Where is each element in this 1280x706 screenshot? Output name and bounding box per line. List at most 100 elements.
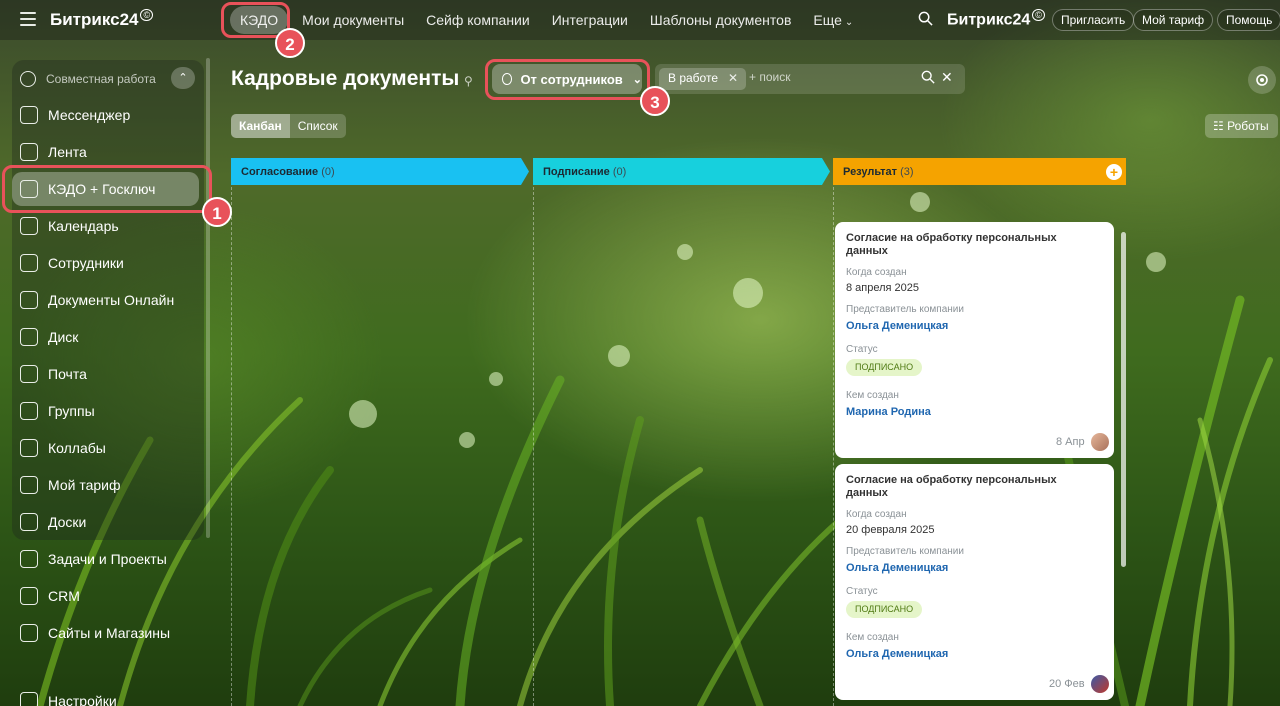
sidebar-item-tasks[interactable]: Задачи и Проекты [20,544,167,574]
callout-badge-1: 1 [202,197,232,227]
messenger-icon [20,106,38,124]
chevron-up-icon[interactable]: ⌃ [171,67,195,89]
invite-button[interactable]: Пригласить [1052,9,1135,31]
kanban-card[interactable]: Согласие на обработку персональных данны… [835,464,1114,700]
sidebar-item-label: Мой тариф [48,477,121,493]
highlight-frame-sidebar [2,165,212,213]
sidebar-item-label: Сотрудники [48,255,124,271]
sidebar-scrollbar[interactable] [206,58,210,538]
bokeh-light [459,432,475,448]
plan-icon [20,476,38,494]
tab-document-templates[interactable]: Шаблоны документов [640,6,802,34]
sidebar-item-groups[interactable]: Группы [20,396,95,426]
sidebar-item-collabs[interactable]: Коллабы [20,433,106,463]
bokeh-light [349,400,377,428]
sidebar-item-documents-online[interactable]: Документы Онлайн [20,285,174,315]
tab-more[interactable]: Еще ⌄ [803,6,863,34]
help-button[interactable]: Помощь [1217,9,1280,31]
card-title[interactable]: Согласие на обработку персональных данны… [846,232,1096,258]
sidebar-item-label: Почта [48,366,87,382]
sidebar-item-sites[interactable]: Сайты и Магазины [20,618,170,648]
sidebar-item-crm[interactable]: CRM [20,581,80,611]
column-name: Результат [843,166,898,178]
sidebar-item-boards[interactable]: Доски [20,507,86,537]
settings-icon [20,692,38,706]
sidebar-item-my-plan[interactable]: Мой тариф [20,470,120,500]
tab-more-label: Еще [813,12,842,28]
card-date: 20 Фев [1049,678,1085,690]
column-count: (3) [900,166,914,178]
feed-icon [20,143,38,161]
crm-icon [20,587,38,605]
bokeh-light [1146,252,1166,272]
search-icon[interactable] [918,11,933,26]
tab-integrations[interactable]: Интеграции [542,6,638,34]
card-created-value: 20 февраля 2025 [846,524,935,536]
column-divider [833,187,834,706]
sites-icon [20,624,38,642]
chevron-down-icon: ⌄ [844,17,854,28]
filter-search-box[interactable]: В работе ✕ ✕ [655,64,965,94]
clear-icon[interactable]: ✕ [941,69,953,86]
sidebar-item-label: Доски [48,514,87,530]
pin-icon[interactable]: ⚲ [464,74,473,88]
sidebar-item-disk[interactable]: Диск [20,322,78,352]
card-status-label: Статус [846,586,878,597]
gear-icon[interactable] [1248,66,1276,94]
robots-button[interactable]: ☷ Роботы [1205,114,1278,138]
card-created-label: Когда создан [846,509,907,520]
tab-my-documents[interactable]: Мои документы [292,6,414,34]
search-input[interactable] [749,70,909,84]
bokeh-light [608,345,630,367]
bokeh-light [489,372,503,386]
top-nav: КЭДО Мои документы Сейф компании Интегра… [222,0,865,40]
app-logo[interactable]: Битрикс24 © [50,9,154,30]
sidebar-item-messenger[interactable]: Мессенджер [20,100,130,130]
chip-label: В работе [668,71,719,85]
tasks-icon [20,550,38,568]
column-header-approval[interactable]: Согласование (0) [231,158,529,185]
column-count: (0) [321,166,335,178]
robots-label: Роботы [1227,119,1269,133]
card-status-label: Статус [846,344,878,355]
sidebar-item-mail[interactable]: Почта [20,359,87,389]
card-title[interactable]: Согласие на обработку персональных данны… [846,474,1096,500]
column-count: (0) [612,166,627,178]
card-rep-link[interactable]: Ольга Деменицкая [846,320,948,332]
status-badge: ПОДПИСАНО [846,601,923,618]
avatar[interactable] [1091,675,1109,693]
column-scrollbar[interactable] [1121,232,1126,567]
column-header-signing[interactable]: Подписание (0) [533,158,830,185]
card-created-value: 8 апреля 2025 [846,282,920,294]
sidebar-item-label: Календарь [48,218,119,234]
column-header-result[interactable]: Результат (3) [833,158,1126,185]
my-plan-button[interactable]: Мой тариф [1133,9,1214,31]
add-card-icon[interactable]: + [1106,164,1122,180]
search-icon[interactable] [921,70,935,84]
tab-company-safe[interactable]: Сейф компании [416,6,540,34]
sidebar-group-collaboration[interactable]: Совместная работа [20,64,156,94]
card-rep-label: Представитель компании [846,546,964,557]
card-author-link[interactable]: Марина Родина [846,406,931,418]
sidebar-item-employees[interactable]: Сотрудники [20,248,124,278]
collabs-icon [20,439,38,457]
view-kanban-button[interactable]: Канбан [231,114,290,138]
chip-remove-icon[interactable]: ✕ [728,71,738,85]
card-author-link[interactable]: Ольга Деменицкая [846,648,948,660]
sidebar-item-calendar[interactable]: Календарь [20,211,119,241]
card-author-label: Кем создан [846,390,899,401]
sidebar-item-label: Настройки [48,693,117,706]
sidebar-item-settings[interactable]: Настройки [20,686,117,706]
card-rep-link[interactable]: Ольга Деменицкая [846,562,948,574]
view-list-button[interactable]: Список [290,114,346,138]
documents-icon [20,291,38,309]
disk-icon [20,328,38,346]
filter-chip-in-progress[interactable]: В работе ✕ [659,68,747,90]
menu-icon[interactable] [20,12,36,26]
kanban-card[interactable]: Согласие на обработку персональных данны… [835,222,1114,458]
sidebar-item-feed[interactable]: Лента [20,137,87,167]
robot-icon: ☷ [1213,119,1228,133]
collaboration-icon [20,71,36,87]
mail-icon [20,365,38,383]
avatar[interactable] [1091,433,1109,451]
